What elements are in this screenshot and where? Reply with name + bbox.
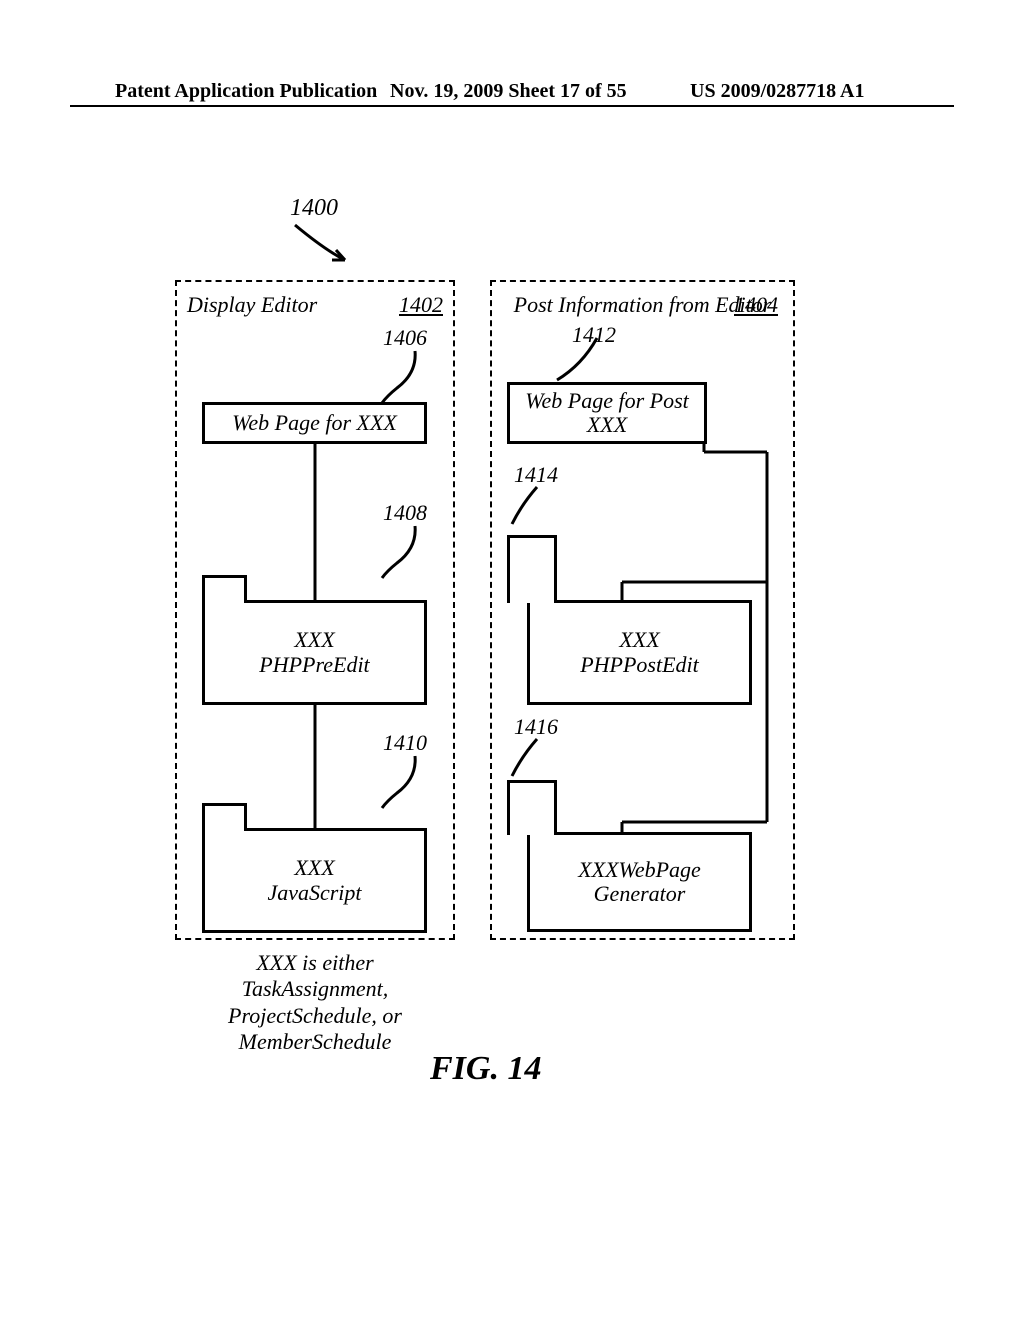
- figure-label: FIG. 14: [430, 1050, 541, 1088]
- ref-1402: 1402: [399, 292, 443, 318]
- component-web-page-post: Web Page for Post XXX: [507, 382, 707, 444]
- display-editor-group: Display Editor 1402 1406 Web Page for XX…: [175, 280, 455, 940]
- diagram: 1400 Display Editor 1402 1406 Web Page f…: [175, 195, 875, 1045]
- comp-1414-line2: PHPPostEdit: [580, 653, 699, 677]
- footnote-line4: MemberSchedule: [170, 1029, 460, 1055]
- comp-1412-line2: XXX: [587, 413, 627, 437]
- footnote-line1: XXX is either: [170, 950, 460, 976]
- callout-curve-1410: [377, 753, 437, 813]
- component-web-page-xxx: Web Page for XXX: [202, 402, 427, 444]
- comp-1414-line1: XXX: [619, 628, 659, 652]
- display-editor-title: Display Editor: [187, 292, 317, 318]
- tab-1414: [507, 535, 557, 603]
- callout-curve-1414: [507, 484, 557, 534]
- component-phppreedit: XXX PHPPreEdit: [202, 600, 427, 705]
- comp-1408-line1: XXX: [294, 628, 334, 652]
- post-info-title: Post Information from Editor: [514, 292, 772, 317]
- callout-curve-1416: [507, 736, 557, 786]
- display-editor-title-row: Display Editor 1402: [187, 292, 443, 318]
- connector-left-1: [314, 444, 317, 600]
- tab-1416: [507, 780, 557, 835]
- comp-1408-line2: PHPPreEdit: [259, 653, 369, 677]
- tab-1410: [202, 803, 247, 831]
- comp-1410-line1: XXX: [294, 856, 334, 880]
- post-info-group: Post Information from Editor 1404 1412 W…: [490, 280, 795, 940]
- footnote-line3: ProjectSchedule, or: [170, 1003, 460, 1029]
- connector-left-2: [314, 705, 317, 828]
- ref-1400: 1400: [290, 195, 338, 222]
- comp-1412-line1: Web Page for Post: [525, 389, 689, 413]
- component-webpagegenerator: XXXWebPage Generator: [527, 832, 752, 932]
- tab-1408: [202, 575, 247, 603]
- footnote: XXX is either TaskAssignment, ProjectSch…: [170, 950, 460, 1056]
- comp-1410-line2: JavaScript: [267, 881, 361, 905]
- component-phppostedit: XXX PHPPostEdit: [527, 600, 752, 705]
- footnote-line2: TaskAssignment,: [170, 976, 460, 1002]
- comp-1406-text: Web Page for XXX: [232, 411, 397, 435]
- comp-1416-line2: Generator: [594, 882, 686, 906]
- header-mid: Nov. 19, 2009 Sheet 17 of 55: [390, 80, 627, 103]
- comp-1416-line1: XXXWebPage: [578, 858, 701, 882]
- ref-1400-text: 1400: [290, 195, 338, 221]
- callout-curve-1406: [377, 348, 437, 408]
- ref-1404: 1404: [734, 292, 778, 318]
- component-javascript: XXX JavaScript: [202, 828, 427, 933]
- header-divider: [70, 105, 954, 107]
- header-right: US 2009/0287718 A1: [690, 80, 864, 103]
- arrow-1400: [290, 220, 360, 268]
- post-info-title-row: Post Information from Editor 1404 1412: [492, 292, 793, 318]
- callout-curve-1408: [377, 523, 437, 583]
- header-left: Patent Application Publication: [115, 80, 377, 103]
